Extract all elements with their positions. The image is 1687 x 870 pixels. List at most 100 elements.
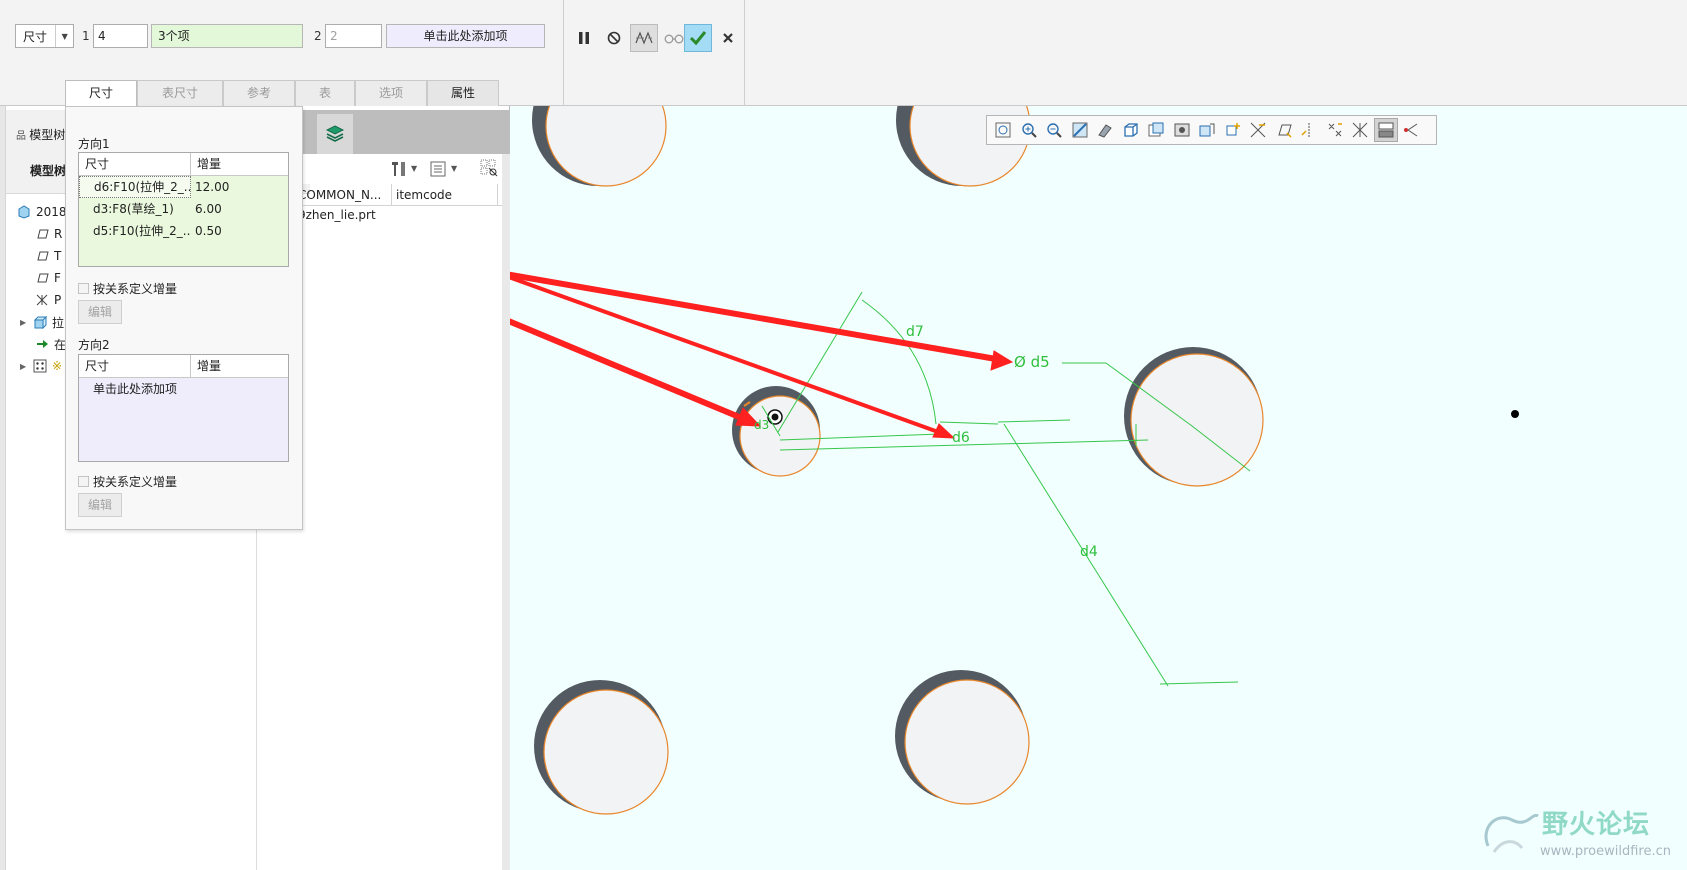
axis-display-icon[interactable]: [1272, 118, 1296, 142]
tree-root[interactable]: 2018: [16, 202, 67, 222]
spin-center-icon[interactable]: [1373, 118, 1398, 142]
plane-display-icon[interactable]: [1246, 118, 1270, 142]
direction2-label: 方向2: [78, 338, 110, 352]
tree-item-pattern[interactable]: ▶ ※: [20, 356, 62, 376]
dir2-edit-button[interactable]: 编辑: [78, 493, 122, 517]
table-row[interactable]: d6:F10(拉伸_2_... 12.00: [79, 176, 288, 198]
insert-arrow-icon: [34, 336, 50, 352]
pattern-settings-area: 尺寸 ▼ 1 4 3个项 2 2 单击此处添加项 尺寸 表尺寸 参考 表 选项 …: [4, 0, 564, 107]
vertical-scrollbar[interactable]: [502, 154, 510, 870]
tree-item-insert-here[interactable]: 在: [34, 334, 66, 354]
pause-icon[interactable]: [570, 24, 598, 52]
dim-label-d3[interactable]: d3: [754, 418, 769, 432]
add-item-row[interactable]: 单击此处添加项: [79, 378, 288, 400]
dim-label-d4[interactable]: d4: [1080, 544, 1098, 560]
dim-label-d6[interactable]: d6: [952, 430, 970, 446]
checkbox[interactable]: [78, 476, 89, 487]
datum-plane-icon: [34, 248, 50, 264]
direction1-index: 1: [82, 29, 90, 43]
expand-icon[interactable]: ▶: [20, 318, 32, 327]
chevron-down-icon[interactable]: ▼: [55, 25, 73, 47]
origin-dot: [1511, 410, 1519, 418]
list-settings-icon[interactable]: [429, 160, 447, 181]
watermark-title: 野火论坛: [1542, 810, 1651, 840]
repaint-icon[interactable]: [1068, 118, 1092, 142]
graphics-window[interactable]: d7 Ø d5 d3 d6 d4: [510, 106, 1687, 870]
dim-label-d5[interactable]: Ø d5: [1014, 353, 1050, 371]
tree-item-plane-f[interactable]: F: [34, 268, 61, 288]
point-display-icon[interactable]: [1297, 118, 1321, 142]
checkbox[interactable]: [78, 283, 89, 294]
table-row[interactable]: d5:F10(拉伸_2_... 0.50: [79, 220, 288, 242]
hole-top-left: [532, 106, 667, 187]
pattern-dashboard: 尺寸 ▼ 1 4 3个项 2 2 单击此处添加项 尺寸 表尺寸 参考 表 选项 …: [0, 0, 1687, 107]
direction2-table-header: 尺寸 增量: [79, 355, 288, 378]
direction2-count-input[interactable]: 2: [325, 24, 382, 48]
direction2-collector[interactable]: 单击此处添加项: [386, 24, 545, 48]
dir1-relation-checkbox[interactable]: 按关系定义增量: [78, 280, 177, 297]
perspective-icon[interactable]: [1170, 118, 1194, 142]
no-preview-icon[interactable]: [600, 24, 628, 52]
zoom-in-icon[interactable]: [1017, 118, 1041, 142]
tree-item-plane-t[interactable]: T: [34, 246, 61, 266]
tab-references[interactable]: 参考: [223, 80, 295, 106]
col-itemcode[interactable]: itemcode: [392, 184, 498, 206]
direction1-table-header: 尺寸 增量: [79, 153, 288, 176]
dim-label-d7[interactable]: d7: [906, 324, 924, 340]
view-manager-icon[interactable]: [1144, 118, 1168, 142]
extrude-icon: [32, 314, 48, 330]
model-canvas[interactable]: [510, 106, 1687, 870]
col-common-name[interactable]: COMMON_N...: [294, 184, 392, 206]
chevron-down-icon[interactable]: ▼: [451, 164, 457, 173]
select-filter-icon[interactable]: [1399, 118, 1423, 142]
pattern-type-value: 尺寸: [23, 29, 48, 44]
tab-tables[interactable]: 表: [295, 80, 355, 106]
dir2-relation-checkbox[interactable]: 按关系定义增量: [78, 473, 177, 490]
datum-plane-icon: [34, 270, 50, 286]
direction2-index: 2: [314, 29, 322, 43]
table-row[interactable]: d3:F8(草绘_1) 6.00: [79, 198, 288, 220]
part-icon: [16, 204, 32, 220]
csys-icon: [34, 292, 50, 308]
csys-display-icon[interactable]: [1323, 118, 1347, 142]
refit-icon[interactable]: [991, 118, 1015, 142]
dimensions-panel: 方向1 尺寸 增量 d6:F10(拉伸_2_... 12.00 d3:F8(草绘…: [65, 106, 303, 530]
preview-icon[interactable]: [630, 24, 658, 52]
direction2-table: 尺寸 增量 单击此处添加项: [78, 354, 289, 462]
tree-item-plane-r[interactable]: R: [34, 224, 62, 244]
direction2-rows[interactable]: 单击此处添加项: [79, 378, 288, 400]
pattern-type-select[interactable]: 尺寸 ▼: [15, 24, 74, 48]
section-icon[interactable]: [1195, 118, 1219, 142]
tab-properties[interactable]: 属性: [427, 80, 499, 106]
tree-item-csys[interactable]: P: [34, 290, 61, 310]
direction1-count-input[interactable]: 4: [93, 24, 148, 48]
saved-orientations-icon[interactable]: [1119, 118, 1143, 142]
check-icon[interactable]: [684, 24, 712, 52]
pattern-icon: [32, 358, 48, 374]
tab-options[interactable]: 选项: [355, 80, 427, 106]
model-tree-title: 模型树: [30, 164, 67, 178]
tab-table-dimensions[interactable]: 表尺寸: [137, 80, 223, 106]
direction1-collector[interactable]: 3个项: [151, 24, 303, 48]
direction1-rows: d6:F10(拉伸_2_... 12.00 d3:F8(草绘_1) 6.00 d…: [79, 176, 288, 242]
tree-item-extrude[interactable]: ▶ 拉: [20, 312, 64, 332]
display-style-icon[interactable]: [1093, 118, 1117, 142]
watermark-logo-icon: [1484, 813, 1539, 853]
datum-display-icon[interactable]: [1221, 118, 1245, 142]
model-tree-tab[interactable]: 品 模型树: [16, 126, 65, 143]
detail-row-name: 9zhen_lie.prt: [298, 208, 376, 222]
close-icon[interactable]: [714, 24, 742, 52]
col-increment: 增量: [197, 157, 222, 171]
dir1-edit-button[interactable]: 编辑: [78, 300, 122, 324]
expand-icon[interactable]: ▶: [20, 362, 32, 371]
direction1-table: 尺寸 增量 d6:F10(拉伸_2_... 12.00 d3:F8(草绘_1) …: [78, 152, 289, 267]
direction1-label: 方向1: [78, 137, 110, 151]
tab-dimensions[interactable]: 尺寸: [65, 80, 137, 107]
show-hide-icon[interactable]: [479, 158, 499, 181]
annotation-display-icon[interactable]: [1348, 118, 1372, 142]
hole-bottom-mid: [895, 670, 1030, 805]
chevron-down-icon[interactable]: ▼: [411, 164, 417, 173]
layer-tab[interactable]: [317, 114, 353, 154]
tools-icon[interactable]: [389, 160, 409, 181]
zoom-out-icon[interactable]: [1042, 118, 1066, 142]
